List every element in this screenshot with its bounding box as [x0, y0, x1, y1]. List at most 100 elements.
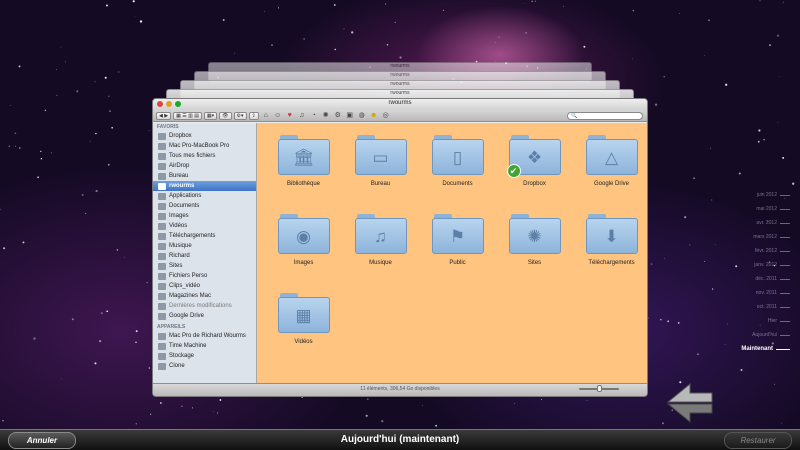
clock-icon[interactable]: ◔	[309, 111, 319, 120]
star	[399, 56, 402, 59]
sidebar-item-bureau[interactable]: Bureau	[153, 171, 256, 181]
icon-size-slider[interactable]	[579, 385, 619, 392]
star	[563, 5, 565, 7]
folder-dropbox[interactable]: ❖ ✔ Dropbox	[496, 135, 573, 214]
sidebar-item-images[interactable]: Images	[153, 211, 256, 221]
folder-icon[interactable]: ⚑	[431, 214, 484, 254]
sidebar-item-derni-res-modifications[interactable]: Dernières modifications	[153, 301, 256, 311]
sidebar-item-musique[interactable]: Musique	[153, 241, 256, 251]
timeline-entry[interactable]: Aujourd'hui	[741, 328, 790, 342]
slider-knob[interactable]	[597, 385, 602, 392]
folder-icon[interactable]: ❖ ✔	[506, 135, 561, 178]
search-input[interactable]: 🔍	[567, 112, 643, 120]
folder-icon[interactable]: ✺	[508, 214, 561, 254]
folder-biblioth-que[interactable]: 🏛 Bibliothèque	[265, 135, 342, 214]
timeline-entry-label: janv. 2012	[754, 262, 777, 268]
star	[106, 310, 109, 313]
timeline-entry[interactable]: janv. 2012	[741, 258, 790, 272]
sidebar-item-label: Sites	[169, 263, 183, 269]
share-button[interactable]: ⇪	[248, 111, 259, 120]
timeline-entry[interactable]: Hier	[741, 314, 790, 328]
restore-button[interactable]: Restaurer	[724, 432, 792, 449]
timeline-entry[interactable]: mai 2012	[741, 202, 790, 216]
star	[366, 398, 369, 400]
folder-t-l-chargements[interactable]: ⬇ Téléchargements	[573, 214, 647, 293]
sidebar-item-tous-mes-fichiers[interactable]: Tous mes fichiers	[153, 151, 256, 161]
star	[111, 126, 114, 129]
folder-label: Bibliothèque	[286, 181, 321, 187]
folder-images[interactable]: ◉ Images	[265, 214, 342, 293]
action-button[interactable]: ⚙▾	[233, 111, 247, 120]
disk-icon[interactable]: ◎	[381, 111, 391, 120]
timeline-now-entry[interactable]: Maintenant	[741, 342, 790, 356]
view-buttons[interactable]: ▦ ☰ ▥ ▤	[173, 111, 202, 120]
home-icon[interactable]: ⌂	[261, 111, 271, 120]
star	[181, 405, 183, 407]
sidebar-item-rwourms[interactable]: rwourms	[153, 181, 256, 191]
sidebar-item-stockage[interactable]: Stockage	[153, 351, 256, 361]
sidebar-item-airdrop[interactable]: AirDrop	[153, 161, 256, 171]
sidebar-item-mac-pro-macbook-pro[interactable]: Mac Pro-MacBook Pro	[153, 141, 256, 151]
sidebar-item-clone[interactable]: Clone	[153, 361, 256, 371]
sidebar-item-mac-pro-de-richard-wourms[interactable]: Mac Pro de Richard Wourms	[153, 331, 256, 341]
sidebar-item-richard[interactable]: Richard	[153, 251, 256, 261]
back-forward-button[interactable]: ◀ ▶	[156, 111, 172, 120]
sidebar-item-applications[interactable]: Applications	[153, 191, 256, 201]
star	[71, 318, 74, 321]
folder-icon[interactable]: △	[585, 135, 638, 175]
sidebar-item-documents[interactable]: Documents	[153, 201, 256, 211]
videos-icon	[158, 222, 166, 230]
folder-vid-os[interactable]: ▦ Vidéos	[265, 293, 342, 372]
back-in-time-arrow[interactable]	[666, 382, 713, 403]
folder-icon[interactable]: ⬇	[585, 214, 638, 254]
folder-bureau[interactable]: ▭ Bureau	[342, 135, 419, 214]
star	[108, 95, 110, 98]
sidebar-item-time-machine[interactable]: Time Machine	[153, 341, 256, 351]
person-icon[interactable]: ☺	[273, 111, 283, 120]
sidebar-item-magazines-mac[interactable]: Magazines Mac	[153, 291, 256, 301]
timeline-entry[interactable]: avr. 2012	[741, 216, 790, 230]
terminal-icon[interactable]: ▣	[345, 111, 355, 120]
window-toolbar: ◀ ▶ ▦ ☰ ▥ ▤ ▦▾ 👁 ⚙▾ ⇪ ⌂ ☺ ♥ ♫ ◔ ✺ ⚙ ▣ ◍ …	[153, 110, 647, 122]
gear-icon[interactable]: ⚙	[333, 111, 343, 120]
music-note-icon[interactable]: ♫	[297, 111, 307, 120]
compass-icon[interactable]: ✺	[321, 111, 331, 120]
heart-icon[interactable]: ♥	[285, 111, 295, 120]
airdrop-icon	[158, 162, 166, 170]
timeline-entry[interactable]: févr. 2012	[741, 244, 790, 258]
folder-musique[interactable]: ♫ Musique	[342, 214, 419, 293]
sidebar-item-google-drive[interactable]: Google Drive	[153, 311, 256, 321]
sidebar-item-t-l-chargements[interactable]: Téléchargements	[153, 231, 256, 241]
star	[56, 69, 57, 70]
timeline-entry[interactable]: juin 2012	[741, 188, 790, 202]
star	[351, 31, 354, 34]
sidebar-item-fichiers-perso[interactable]: Fichiers Perso	[153, 271, 256, 281]
folder-public[interactable]: ⚑ Public	[419, 214, 496, 293]
folder-icon[interactable]: ▯	[431, 135, 484, 175]
quick-look-button[interactable]: 👁	[219, 111, 232, 120]
sidebar-item-dropbox[interactable]: Dropbox	[153, 131, 256, 141]
timeline-entry[interactable]: oct. 2011	[741, 300, 790, 314]
sidebar-item-clips-vid-o[interactable]: Clips_vidéo	[153, 281, 256, 291]
sidebar-item-label: Musique	[169, 243, 192, 249]
arrange-button[interactable]: ▦▾	[203, 111, 218, 120]
timeline-entry[interactable]: déc. 2011	[741, 272, 790, 286]
sidebar-item-vid-os[interactable]: Vidéos	[153, 221, 256, 231]
star	[89, 140, 91, 142]
folder-sites[interactable]: ✺ Sites	[496, 214, 573, 293]
sidebar-item-sites[interactable]: Sites	[153, 261, 256, 271]
folder-icon[interactable]: 🏛	[277, 135, 330, 175]
folder-icon[interactable]: ▭	[354, 135, 407, 175]
folder-icon[interactable]: ▦	[277, 293, 330, 333]
timeline-entry[interactable]: mars 2012	[741, 230, 790, 244]
smiley-icon[interactable]: ☻	[369, 111, 379, 120]
folder-google-drive[interactable]: △ Google Drive	[573, 135, 647, 214]
globe-icon[interactable]: ◍	[357, 111, 367, 120]
folder-icon[interactable]: ◉	[277, 214, 330, 254]
star	[150, 413, 152, 415]
forward-in-time-arrow[interactable]	[666, 403, 713, 424]
folder-documents[interactable]: ▯ Documents	[419, 135, 496, 214]
folder-icon[interactable]: ♫	[354, 214, 407, 254]
folder-icon	[158, 292, 166, 300]
timeline-entry[interactable]: nov. 2011	[741, 286, 790, 300]
